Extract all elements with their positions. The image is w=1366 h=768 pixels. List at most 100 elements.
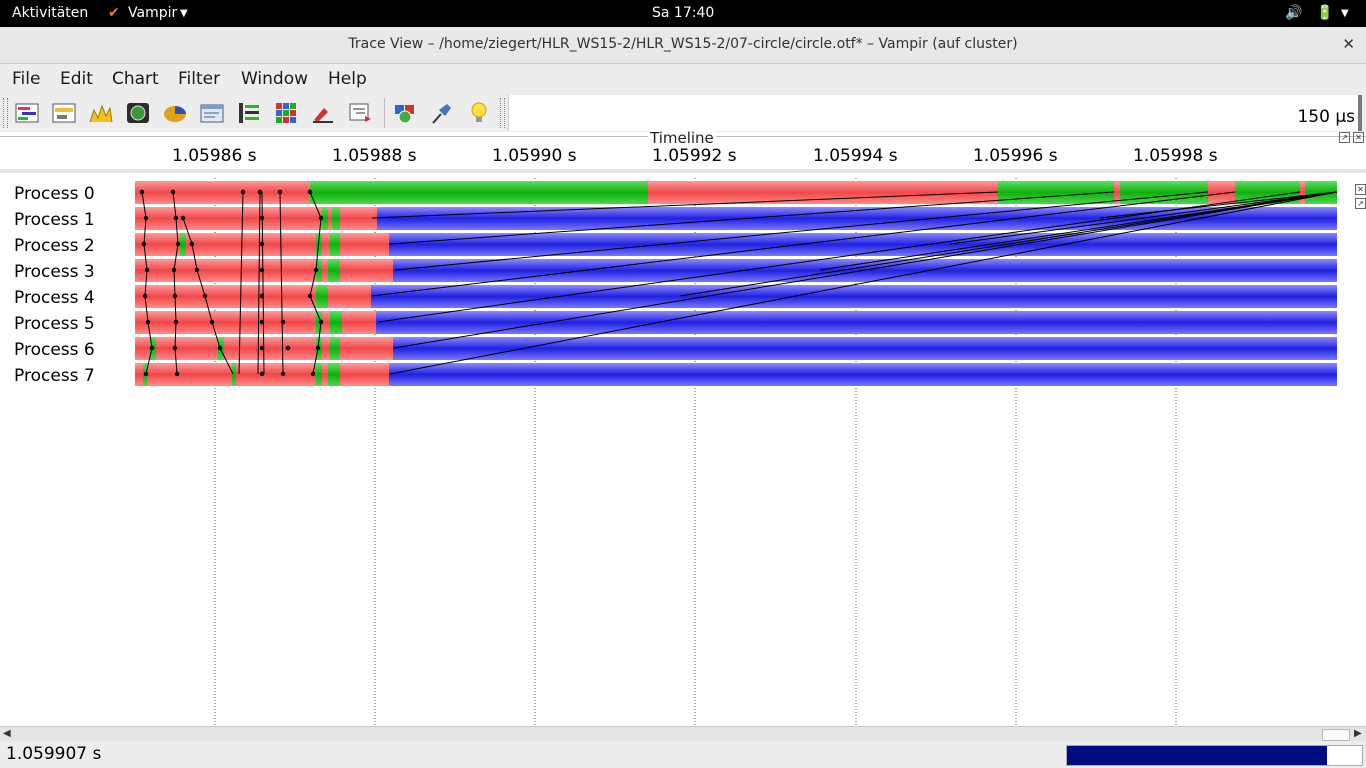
mpi-segment[interactable] bbox=[322, 233, 330, 256]
mpi-segment[interactable] bbox=[340, 337, 393, 360]
application-segment[interactable] bbox=[998, 181, 1114, 204]
app-menu-button[interactable]: Vampir bbox=[128, 5, 177, 21]
application-segment[interactable] bbox=[328, 259, 340, 282]
menu-help[interactable]: Help bbox=[328, 69, 367, 89]
mpi-segment[interactable] bbox=[135, 181, 310, 204]
idle-segment[interactable] bbox=[389, 363, 1337, 386]
mpi-segment[interactable] bbox=[648, 181, 998, 204]
idle-segment[interactable] bbox=[371, 285, 1337, 308]
battery-icon[interactable]: 🔋 bbox=[1316, 5, 1333, 21]
function-summary-icon[interactable] bbox=[162, 100, 188, 126]
mpi-segment[interactable] bbox=[328, 207, 332, 230]
message-endpoint bbox=[194, 267, 200, 273]
close-panel-icon[interactable]: ✕ bbox=[1353, 132, 1364, 143]
message-endpoint bbox=[175, 241, 181, 247]
mpi-segment[interactable] bbox=[322, 337, 330, 360]
mpi-segment[interactable] bbox=[135, 259, 316, 282]
time-ruler[interactable]: 1.05986 s 1.05988 s 1.05990 s 1.05992 s … bbox=[0, 144, 1366, 172]
loading-progress bbox=[1066, 745, 1363, 766]
message-summary-icon[interactable] bbox=[236, 100, 262, 126]
mpi-segment[interactable] bbox=[135, 363, 143, 386]
message-endpoint bbox=[240, 189, 246, 195]
message-endpoint bbox=[277, 189, 283, 195]
mpi-segment[interactable] bbox=[322, 363, 328, 386]
scroll-right-icon[interactable]: ▶ bbox=[1354, 728, 1362, 739]
window-title: Trace View – /home/ziegert/HLR_WS15-2/HL… bbox=[348, 36, 1018, 52]
message-endpoint bbox=[259, 319, 265, 325]
menu-file[interactable]: File bbox=[12, 69, 40, 89]
mpi-segment[interactable] bbox=[135, 285, 316, 308]
application-segment[interactable] bbox=[316, 285, 328, 308]
toolbar-grip[interactable] bbox=[3, 98, 8, 128]
mpi-segment[interactable] bbox=[135, 311, 316, 334]
mpi-segment[interactable] bbox=[224, 337, 316, 360]
maximize-chart-icon[interactable]: ↗ bbox=[1355, 198, 1366, 209]
system-menu-chevron-icon[interactable]: ▼ bbox=[1341, 8, 1349, 19]
close-chart-icon[interactable]: ✕ bbox=[1355, 184, 1366, 195]
idle-segment[interactable] bbox=[376, 311, 1337, 334]
menu-chart[interactable]: Chart bbox=[112, 69, 159, 89]
mpi-segment[interactable] bbox=[322, 259, 328, 282]
scroll-left-icon[interactable]: ◀ bbox=[3, 728, 11, 739]
message-endpoint bbox=[257, 189, 263, 195]
message-endpoint bbox=[310, 371, 316, 377]
zoom-toolbar[interactable]: 150 µs bbox=[508, 95, 1359, 131]
mpi-segment[interactable] bbox=[1300, 181, 1305, 204]
timeline-canvas[interactable] bbox=[0, 170, 1366, 726]
mpi-segment[interactable] bbox=[135, 207, 322, 230]
mpi-segment[interactable] bbox=[186, 233, 316, 256]
message-endpoint bbox=[209, 319, 215, 325]
counter-timeline-icon[interactable] bbox=[88, 100, 114, 126]
message-endpoint bbox=[285, 345, 291, 351]
message-endpoint bbox=[307, 189, 313, 195]
io-summary-icon[interactable] bbox=[310, 100, 336, 126]
mpi-segment[interactable] bbox=[340, 259, 393, 282]
mpi-segment[interactable] bbox=[340, 233, 389, 256]
mpi-segment[interactable] bbox=[340, 207, 377, 230]
system-top-bar: Aktivitäten ✔ Vampir ▼ Sa 17:40 🔊 🔋 ▼ bbox=[0, 0, 1366, 27]
application-segment[interactable] bbox=[330, 233, 340, 256]
application-segment[interactable] bbox=[330, 311, 342, 334]
mpi-segment[interactable] bbox=[135, 337, 150, 360]
horizontal-scrollbar[interactable]: ◀ ▶ bbox=[0, 726, 1366, 741]
zoom-scroll-handle[interactable] bbox=[1358, 95, 1362, 131]
menu-edit[interactable]: Edit bbox=[60, 69, 93, 89]
filter-icon[interactable] bbox=[392, 100, 418, 126]
performance-radar-icon[interactable] bbox=[125, 100, 151, 126]
application-segment[interactable] bbox=[330, 337, 340, 360]
mpi-segment[interactable] bbox=[342, 311, 376, 334]
call-tree-icon[interactable] bbox=[347, 100, 373, 126]
mpi-segment[interactable] bbox=[328, 285, 371, 308]
idle-segment[interactable] bbox=[393, 337, 1337, 360]
clock[interactable]: Sa 17:40 bbox=[652, 5, 714, 21]
application-segment[interactable] bbox=[232, 363, 236, 386]
application-segment[interactable] bbox=[316, 363, 322, 386]
message-endpoint bbox=[307, 293, 313, 299]
application-segment[interactable] bbox=[328, 363, 340, 386]
menu-filter[interactable]: Filter bbox=[178, 69, 220, 89]
maximize-panel-icon[interactable]: ↗ bbox=[1339, 132, 1350, 143]
mpi-segment[interactable] bbox=[236, 363, 316, 386]
message-endpoint bbox=[280, 371, 286, 377]
activities-button[interactable]: Aktivitäten bbox=[12, 5, 88, 21]
application-segment[interactable] bbox=[180, 233, 186, 256]
application-segment[interactable] bbox=[310, 181, 648, 204]
process-timeline-icon[interactable] bbox=[51, 100, 77, 126]
volume-icon[interactable]: 🔊 bbox=[1285, 5, 1302, 21]
master-timeline-icon[interactable] bbox=[14, 100, 40, 126]
mpi-segment[interactable] bbox=[322, 311, 330, 334]
mpi-segment[interactable] bbox=[135, 233, 180, 256]
communication-matrix-icon[interactable] bbox=[273, 100, 299, 126]
toolbar-grip-2[interactable] bbox=[500, 98, 505, 128]
lightbulb-icon[interactable] bbox=[466, 100, 492, 126]
scroll-thumb[interactable] bbox=[1322, 729, 1350, 741]
context-view-icon[interactable] bbox=[199, 100, 225, 126]
mpi-segment[interactable] bbox=[340, 363, 389, 386]
mpi-segment[interactable] bbox=[156, 337, 218, 360]
mpi-segment[interactable] bbox=[147, 363, 232, 386]
close-icon[interactable]: ✕ bbox=[1342, 35, 1355, 53]
application-segment[interactable] bbox=[332, 207, 340, 230]
message-endpoint bbox=[139, 189, 145, 195]
menu-window[interactable]: Window bbox=[241, 69, 308, 89]
pin-icon[interactable] bbox=[429, 100, 455, 126]
